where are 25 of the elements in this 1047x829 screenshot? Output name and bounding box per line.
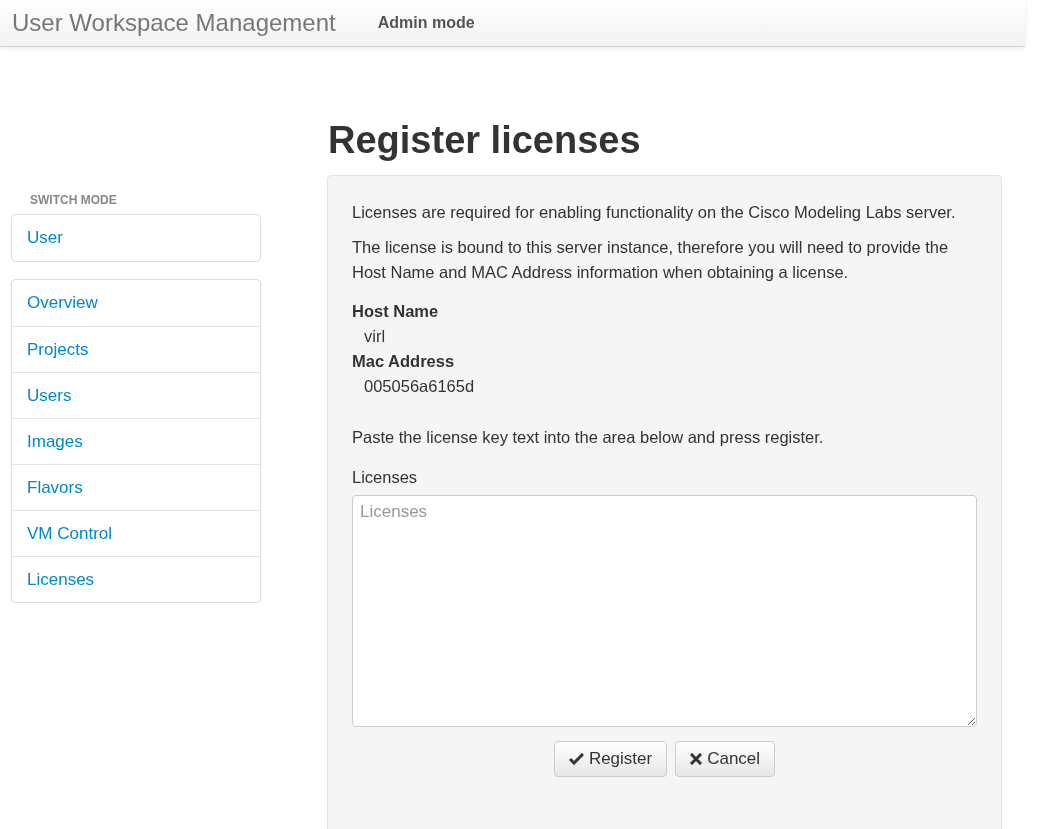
detail-value: 005056a6165d (363, 376, 476, 397)
description-text: The license is bound to this server instance, therefore you will need to provide the Host Name and MAC Address information when obtaining a license. (352, 237, 950, 283)
sidebar-item[interactable]: Images (12, 418, 260, 464)
sidebar-item[interactable]: User (12, 215, 260, 261)
app-title: User Workspace Management (12, 9, 336, 37)
sidebar-item[interactable]: Flavors (12, 464, 260, 510)
sidebar-heading: SWITCH MODE (29, 193, 118, 207)
detail-value: virl (363, 326, 387, 347)
page-title: Register licenses (328, 121, 642, 159)
instruction-text: Paste the license key text into the area below and press register. (352, 427, 825, 448)
register-button[interactable]: Register (553, 741, 668, 777)
field-label: Licenses (352, 467, 419, 488)
detail-label: Mac Address (352, 351, 456, 372)
sidebar-item[interactable]: Licenses (12, 556, 260, 602)
checkmark-icon (568, 753, 584, 765)
close-icon (690, 753, 703, 765)
cancel-button[interactable]: Cancel (675, 741, 776, 777)
description-text: Licenses are required for enabling functionality on the Cisco Modeling Labs server. (352, 202, 957, 223)
detail-label: Host Name (352, 301, 440, 322)
mode-label: Admin mode (377, 14, 475, 32)
sidebar-item[interactable]: Overview (12, 280, 260, 326)
licenses-field[interactable]: Licenses (352, 495, 977, 727)
sidebar-item[interactable]: Users (12, 372, 260, 418)
sidebar-item[interactable]: VM Control (12, 510, 260, 556)
sidebar-item[interactable]: Projects (12, 326, 260, 372)
